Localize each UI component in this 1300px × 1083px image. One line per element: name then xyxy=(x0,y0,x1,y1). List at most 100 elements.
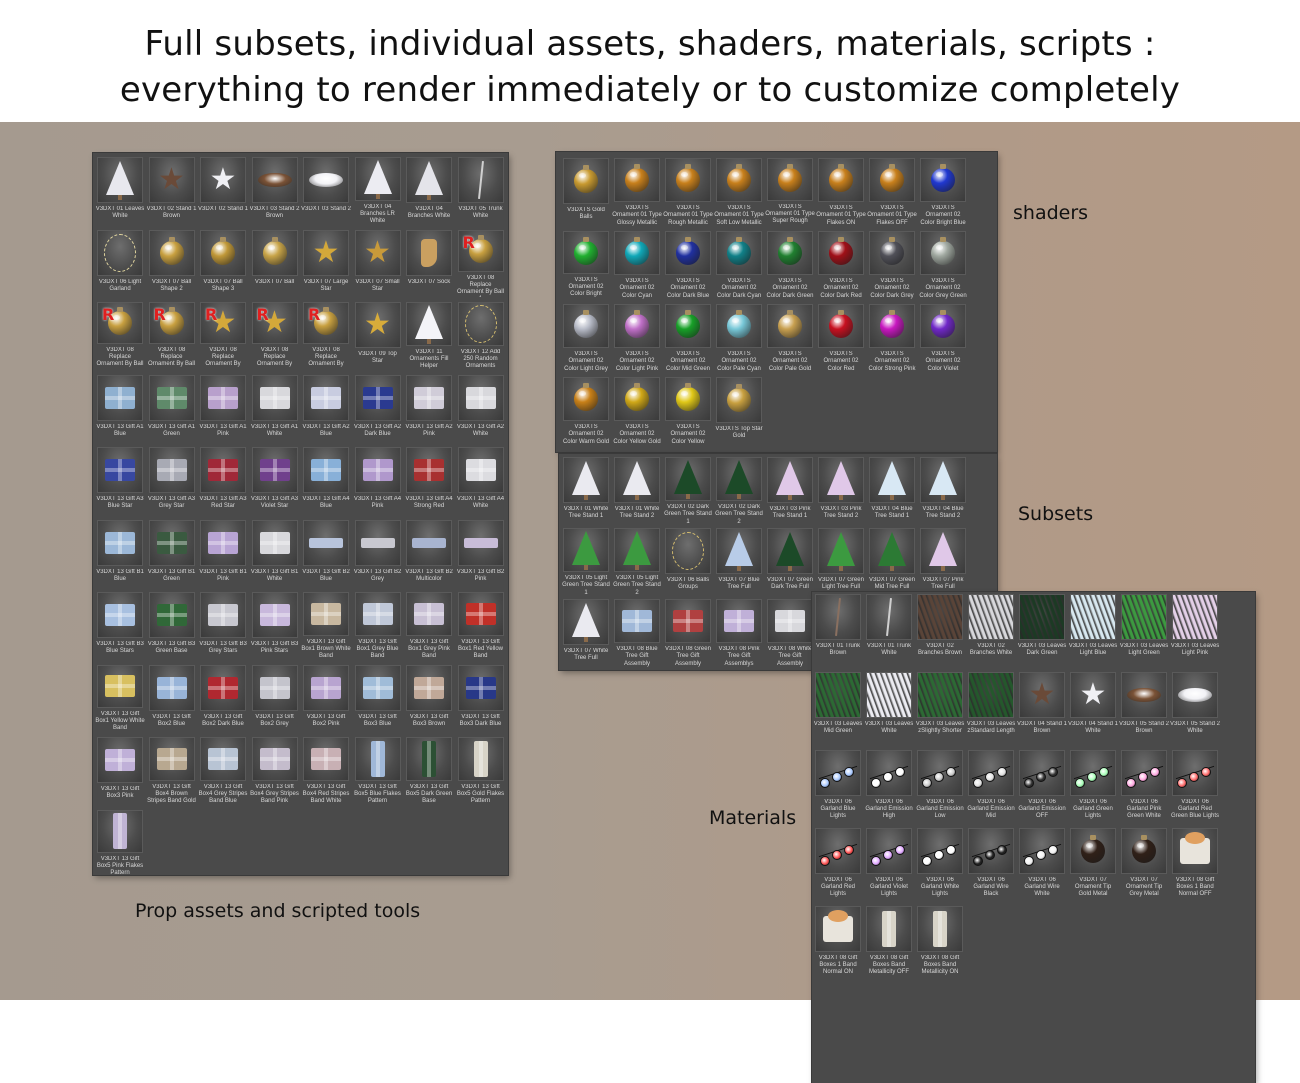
asset-tile[interactable]: V3DXT 06 Light Garland xyxy=(97,229,143,297)
asset-tile[interactable]: R V3DXT 08 Replace Ornament By Ball 3 xyxy=(148,302,195,369)
asset-tile[interactable]: V3DXTS Ornament 01 Type Soft Low Metalli… xyxy=(714,158,764,226)
asset-tile[interactable]: V3DXT 13 Gift B3 Blue Stars xyxy=(96,592,144,659)
asset-tile[interactable]: V3DXT 13 Gift B2 Grey xyxy=(354,519,401,587)
asset-tile[interactable]: V3DXT 03 Stand 2 xyxy=(301,157,351,224)
asset-tile[interactable]: V3DXT 03 Pink Tree Stand 2 xyxy=(818,457,864,525)
asset-tile[interactable]: V3DXT 01 Leaves White xyxy=(96,157,144,224)
asset-tile[interactable]: V3DXT 07 Pink Tree Full xyxy=(920,528,966,596)
asset-tile[interactable]: V3DXT 03 Leaves zStandard Length xyxy=(967,672,1015,746)
asset-tile[interactable]: V3DXT 01 Trunk Brown xyxy=(815,594,861,668)
asset-tile[interactable]: V3DXTS Ornament 02 Color Strong Pink xyxy=(868,304,916,372)
asset-tile[interactable]: V3DXT 08 Gift Boxes Band Metallicity OFF xyxy=(866,906,912,980)
asset-tile[interactable]: V3DXT 03 Leaves Light Blue xyxy=(1069,594,1117,668)
asset-tile[interactable]: V3DXT 07 Ball xyxy=(251,229,298,297)
asset-tile[interactable]: V3DXT 13 Gift B3 Pink Stars xyxy=(251,592,298,659)
asset-tile[interactable]: V3DXTS Ornament 02 Color Pale Cyan xyxy=(716,304,762,372)
asset-tile[interactable]: V3DXT 13 Gift A3 Violet Star xyxy=(251,447,298,514)
asset-tile[interactable]: V3DXT 13 Gift A1 Pink xyxy=(199,374,247,442)
asset-tile[interactable]: V3DXT 13 Gift Box2 Blue xyxy=(148,664,195,732)
asset-tile[interactable]: V3DXT 05 Light Green Tree Stand 1 xyxy=(562,528,610,596)
asset-tile[interactable]: V3DXT 06 Garland Red Green Blue Lights xyxy=(1171,750,1219,824)
asset-tile[interactable]: V3DXT 06 Garland Emission OFF xyxy=(1018,750,1066,824)
asset-tile[interactable]: V3DXTS Gold Balls xyxy=(563,158,609,226)
asset-tile[interactable]: V3DXTS Ornament 02 Color Light Grey xyxy=(563,304,609,372)
asset-tile[interactable]: V3DXTS Ornament 02 Color Warm Gold xyxy=(563,377,609,445)
asset-tile[interactable]: V3DXT 07 Green Dark Tree Full xyxy=(767,528,813,596)
asset-tile[interactable]: V3DXT 13 Gift A4 Blue xyxy=(302,447,350,514)
asset-tile[interactable]: V3DXT 07 Green Mid Tree Full xyxy=(869,528,915,596)
asset-tile[interactable]: V3DXTS Ornament 02 Color Bright Blue xyxy=(920,158,966,226)
asset-tile[interactable]: V3DXTS Ornament 02 Color Cyan xyxy=(614,231,660,299)
asset-tile[interactable]: V3DXTS Ornament 02 Color Dark Green xyxy=(766,231,814,299)
asset-tile[interactable]: V3DXT 07 Blue Tree Full xyxy=(716,528,762,596)
asset-tile[interactable]: V3DXT 11 Ornaments Fill Helper xyxy=(406,302,452,369)
asset-tile[interactable]: V3DXT 05 Light Green Tree Stand 2 xyxy=(613,528,661,596)
asset-tile[interactable]: V3DXT 13 Gift Box3 Blue xyxy=(354,664,401,732)
asset-tile[interactable]: ★R V3DXT 08 Replace Ornament By Small Sta… xyxy=(251,302,298,369)
asset-tile[interactable]: V3DXT 13 Gift A1 Blue xyxy=(96,374,144,442)
asset-tile[interactable]: R V3DXT 08 Replace Ornament By Ball 2 xyxy=(96,302,144,369)
asset-tile[interactable]: V3DXT 06 Garland Red Lights xyxy=(815,828,861,902)
asset-tile[interactable]: V3DXT 13 Gift A2 Dark Blue xyxy=(354,374,401,442)
asset-tile[interactable]: V3DXT 07 Green Light Tree Full xyxy=(818,528,864,596)
asset-tile[interactable]: V3DXT 03 Leaves White xyxy=(865,672,913,746)
asset-tile[interactable]: V3DXT 13 Gift Box1 Red Yellow Band xyxy=(457,592,504,659)
asset-tile[interactable]: V3DXTS Ornament 02 Color Pale Gold xyxy=(767,304,813,372)
asset-tile[interactable]: V3DXTS Ornament 02 Color Dark Cyan xyxy=(716,231,762,299)
asset-tile[interactable]: V3DXTS Ornament 01 Type Glossy Metallic xyxy=(612,158,662,226)
asset-tile[interactable]: V3DXT 06 Garland Blue Lights xyxy=(815,750,861,824)
asset-tile[interactable]: V3DXT 13 Gift Box3 Pink xyxy=(97,737,143,804)
asset-tile[interactable]: V3DXT 03 Leaves zSlightly Shorter xyxy=(916,672,964,746)
asset-tile[interactable]: V3DXT 06 Garland Emission Low xyxy=(916,750,964,824)
asset-tile[interactable]: V3DXTS Ornament 02 Color Dark Grey xyxy=(869,231,915,299)
asset-tile[interactable]: V3DXT 13 Gift Box5 Pink Flakes Pattern xyxy=(97,809,143,877)
asset-tile[interactable]: V3DXT 13 Gift Box4 Red Stripes Band Whit… xyxy=(303,737,349,804)
asset-tile[interactable]: V3DXTS Ornament 01 Type Flakes OFF xyxy=(867,158,917,226)
asset-tile[interactable]: V3DXTS Ornament 02 Color Mid Green xyxy=(665,304,711,372)
asset-tile[interactable]: V3DXT 13 Gift A4 Strong Red xyxy=(405,447,453,514)
asset-tile[interactable]: V3DXT 02 Dark Green Tree Stand 2 xyxy=(715,457,763,525)
asset-tile[interactable]: V3DXT 01 White Tree Stand 1 xyxy=(563,457,609,525)
asset-tile[interactable]: V3DXT 06 Garland Emission High xyxy=(865,750,913,824)
asset-tile[interactable]: ★ V3DXT 04 Stand 1 Brown xyxy=(1017,672,1067,746)
asset-tile[interactable]: V3DXT 13 Gift Box1 Brown White Band xyxy=(301,592,351,659)
asset-tile[interactable]: V3DXTS Ornament 02 Color Dark Red xyxy=(818,231,864,299)
asset-tile[interactable]: V3DXT 05 Stand 2 Brown xyxy=(1119,672,1169,746)
asset-tile[interactable]: V3DXT 08 Gift Boxes 1 Band Normal OFF xyxy=(1172,828,1218,902)
asset-tile[interactable]: V3DXT 13 Gift A4 White xyxy=(457,447,504,514)
asset-tile[interactable]: V3DXT 06 Garland White Lights xyxy=(917,828,963,902)
asset-tile[interactable]: V3DXT 13 Gift Box4 Grey Stripes Band Blu… xyxy=(199,737,247,804)
asset-tile[interactable]: V3DXT 02 Dark Green Tree Stand 1 xyxy=(664,457,712,525)
asset-tile[interactable]: V3DXT 12 Add 250 Random Ornaments xyxy=(457,302,504,369)
asset-tile[interactable]: V3DXT 02 Branches Brown xyxy=(917,594,963,668)
asset-tile[interactable]: V3DXT 13 Gift Box3 Brown xyxy=(406,664,452,732)
asset-tile[interactable]: V3DXTS Ornament 01 Type Rough Metallic xyxy=(663,158,713,226)
asset-tile[interactable]: R V3DXT 08 Replace Ornament By Ball 1 xyxy=(457,229,504,297)
asset-tile[interactable]: V3DXT 13 Gift Box2 Dark Blue xyxy=(200,664,246,732)
asset-tile[interactable]: ★ V3DXT 04 Stand 1 White xyxy=(1068,672,1118,746)
asset-tile[interactable]: V3DXT 08 Pink Tree Gift Assemblys xyxy=(716,599,762,667)
asset-tile[interactable]: ★ V3DXT 07 Small Star xyxy=(354,229,401,297)
asset-tile[interactable]: V3DXT 13 Gift Box1 Grey Pink Band xyxy=(406,592,452,659)
asset-tile[interactable]: V3DXT 07 Ornament Tip Grey Metal xyxy=(1121,828,1167,902)
asset-tile[interactable]: V3DXT 03 Leaves Mid Green xyxy=(814,672,862,746)
asset-tile[interactable]: V3DXT 04 Branches White xyxy=(406,157,452,224)
asset-tile[interactable]: V3DXT 13 Gift A4 Pink xyxy=(354,447,401,514)
asset-tile[interactable]: V3DXT 13 Gift B3 Grey Stars xyxy=(199,592,247,659)
asset-tile[interactable]: V3DXTS Ornament 02 Color Yellow xyxy=(665,377,711,445)
asset-tile[interactable]: V3DXT 13 Gift Box2 Grey xyxy=(251,664,298,732)
asset-tile[interactable]: ★ V3DXT 02 Stand 1 xyxy=(198,157,248,224)
asset-tile[interactable]: V3DXT 01 White Tree Stand 2 xyxy=(614,457,660,525)
asset-tile[interactable]: V3DXT 13 Gift A3 Grey Star xyxy=(148,447,195,514)
asset-tile[interactable]: V3DXT 04 Blue Tree Stand 2 xyxy=(920,457,966,525)
asset-tile[interactable]: V3DXT 13 Gift Box4 Grey Stripes Band Pin… xyxy=(250,737,299,804)
asset-tile[interactable]: V3DXT 13 Gift Box1 Grey Blue Band xyxy=(354,592,401,659)
asset-tile[interactable]: ★ V3DXT 07 Large Star xyxy=(303,229,349,297)
asset-tile[interactable]: V3DXT 06 Garland Violet Lights xyxy=(866,828,912,902)
asset-tile[interactable]: V3DXT 08 Gift Boxes 1 Band Normal ON xyxy=(815,906,861,980)
asset-tile[interactable]: V3DXTS Ornament 02 Color Yellow Gold xyxy=(613,377,661,445)
asset-tile[interactable]: V3DXT 13 Gift Box5 Dark Green Base xyxy=(406,737,452,804)
asset-tile[interactable]: V3DXT 13 Gift Box1 Yellow White Band xyxy=(95,664,145,732)
asset-tile[interactable]: V3DXT 03 Pink Tree Stand 1 xyxy=(767,457,813,525)
asset-tile[interactable]: V3DXT 06 Garland Pink Green White Lights xyxy=(1121,750,1167,824)
